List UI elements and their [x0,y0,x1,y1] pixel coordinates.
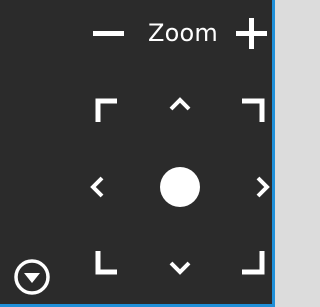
minus-icon [93,31,124,36]
chevron-right-icon [256,176,270,198]
collapse-panel-button[interactable] [12,257,52,297]
plus-icon-vertical-bar [249,18,254,49]
pan-up-button[interactable] [166,90,194,118]
chevron-down-circle-icon [14,259,50,295]
chevron-up-icon [169,97,191,111]
zoom-out-button[interactable] [93,18,126,48]
corner-bottom-left-icon [95,251,117,275]
pan-down-button[interactable] [166,254,194,282]
corner-top-left-icon [95,98,117,122]
pan-center-button[interactable] [159,166,201,208]
pan-right-button[interactable] [248,173,272,201]
pan-top-left-button[interactable] [95,98,121,124]
pan-left-button[interactable] [84,173,112,201]
center-dot-icon [160,167,200,207]
pan-bottom-left-button[interactable] [95,249,121,275]
chevron-down-icon [169,261,191,275]
pan-bottom-right-button[interactable] [239,249,265,275]
zoom-label: Zoom [148,19,218,47]
zoom-pan-panel: Zoom [0,0,275,307]
chevron-left-icon [90,176,104,198]
corner-top-right-icon [242,98,265,122]
zoom-controls: Zoom [90,15,270,49]
corner-bottom-right-icon [242,251,265,275]
zoom-in-button[interactable] [236,15,270,49]
pan-top-right-button[interactable] [239,98,265,124]
